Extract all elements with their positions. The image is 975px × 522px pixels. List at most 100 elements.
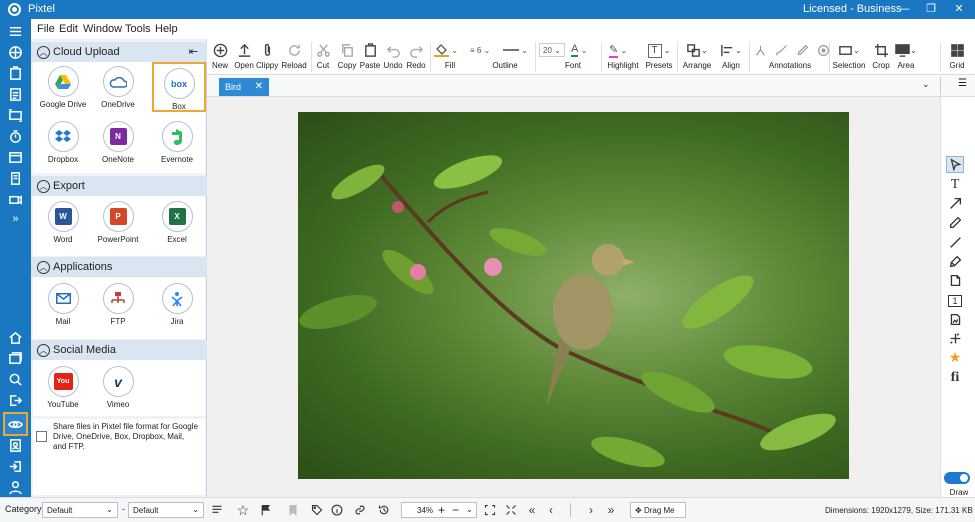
- pencil-tool-icon[interactable]: [946, 214, 964, 231]
- user-profile-icon[interactable]: [6, 478, 25, 497]
- tile-onedrive[interactable]: OneDrive: [91, 66, 145, 109]
- tile-vimeo[interactable]: v Vimeo: [91, 366, 145, 409]
- link-icon[interactable]: [353, 503, 367, 517]
- area-button[interactable]: ⌄ Area: [895, 42, 917, 70]
- drag-me-button[interactable]: ✥ Drag Me: [630, 502, 686, 518]
- home-icon[interactable]: [6, 328, 25, 347]
- reload-button[interactable]: Reload: [281, 42, 307, 70]
- search-icon[interactable]: [6, 370, 25, 389]
- section-social-media[interactable]: ︿ Social Media: [31, 340, 207, 360]
- star-tool-icon[interactable]: ★: [946, 349, 964, 366]
- menu-window[interactable]: Window: [83, 23, 122, 35]
- fit-screen-icon[interactable]: [483, 503, 497, 517]
- contacts-icon[interactable]: [6, 436, 25, 455]
- draw-switch[interactable]: [944, 472, 970, 484]
- expand-nav-icon[interactable]: »: [6, 209, 25, 228]
- tile-dropbox[interactable]: Dropbox: [36, 121, 90, 164]
- bookmark-icon[interactable]: [286, 503, 300, 517]
- text-tool-icon[interactable]: T: [946, 176, 964, 193]
- capture-target-icon[interactable]: [6, 43, 25, 62]
- subcategory-select[interactable]: Default ⌄: [128, 502, 204, 518]
- chevron-up-icon[interactable]: ︿: [37, 344, 50, 357]
- tile-onenote[interactable]: N OneNote: [91, 121, 145, 164]
- cut-button[interactable]: Cut: [314, 42, 332, 70]
- menu-edit[interactable]: Edit: [59, 23, 78, 35]
- line-tool-icon[interactable]: [946, 234, 964, 251]
- section-export[interactable]: ︿ Export: [31, 176, 207, 196]
- tile-youtube[interactable]: You YouTube: [36, 366, 90, 409]
- previous-page-icon[interactable]: ‹: [544, 503, 558, 517]
- history-icon[interactable]: [377, 503, 391, 517]
- collapse-panel-icon[interactable]: ⇤: [189, 45, 198, 58]
- share-pixtel-format-checkbox[interactable]: [36, 431, 47, 442]
- export-icon[interactable]: [6, 391, 25, 410]
- tile-powerpoint[interactable]: P PowerPoint: [91, 201, 145, 244]
- next-page-icon[interactable]: ›: [584, 503, 598, 517]
- panel-menu-icon[interactable]: ☰: [958, 78, 967, 89]
- tile-mail[interactable]: Mail: [36, 283, 90, 326]
- new-button[interactable]: New: [210, 42, 230, 70]
- selection-button[interactable]: ⌄ Selection: [832, 42, 866, 70]
- special-text-tool-icon[interactable]: fi: [946, 369, 964, 386]
- paste-button[interactable]: Paste: [359, 42, 381, 70]
- section-applications[interactable]: ︿ Applications: [31, 257, 207, 277]
- chevron-up-icon[interactable]: ︿: [37, 261, 50, 274]
- tag-icon[interactable]: [310, 503, 324, 517]
- flag-icon[interactable]: [259, 503, 273, 517]
- grid-button[interactable]: Grid: [946, 42, 968, 70]
- bird-photo[interactable]: [298, 112, 849, 479]
- actual-size-icon[interactable]: [504, 503, 518, 517]
- document-icon[interactable]: [6, 85, 25, 104]
- arrow-tool-icon[interactable]: [946, 195, 964, 212]
- zoom-out-icon[interactable]: −: [452, 503, 459, 517]
- tab-bird[interactable]: Bird ✕: [219, 78, 269, 96]
- zoom-dropdown-icon[interactable]: ⌄: [466, 505, 473, 514]
- menu-tools[interactable]: Tools: [125, 23, 151, 35]
- properties-icon[interactable]: [210, 503, 224, 517]
- draw-toggle[interactable]: Draw: [944, 472, 974, 497]
- sign-in-icon[interactable]: [6, 457, 25, 476]
- arrange-button[interactable]: ⌄ Arrange: [680, 42, 714, 70]
- align-button[interactable]: ⌄ Align: [717, 42, 745, 70]
- minimize-button[interactable]: —: [891, 1, 917, 18]
- favorite-star-icon[interactable]: ☆: [236, 502, 250, 518]
- note-tool-icon[interactable]: [946, 272, 964, 289]
- maximize-button[interactable]: ❐: [918, 1, 944, 18]
- zoom-in-icon[interactable]: +: [438, 503, 445, 517]
- scroll-capture-icon[interactable]: [6, 169, 25, 188]
- step-number-tool-icon[interactable]: 1: [946, 292, 964, 309]
- clipboard-icon[interactable]: [6, 64, 25, 83]
- share-eye-icon[interactable]: [3, 412, 28, 436]
- undo-button[interactable]: Undo: [382, 42, 404, 70]
- font-size-dropdown[interactable]: 20 ⌄: [539, 43, 565, 57]
- tab-list-dropdown-icon[interactable]: ⌄: [922, 79, 930, 90]
- timer-icon[interactable]: [6, 127, 25, 146]
- menu-file[interactable]: File: [37, 23, 55, 35]
- chevron-up-icon[interactable]: ︿: [37, 180, 50, 193]
- image-stamp-tool-icon[interactable]: [946, 311, 964, 328]
- section-cloud-upload[interactable]: ︿ Cloud Upload ⇤: [31, 42, 207, 62]
- last-page-icon[interactable]: »: [604, 503, 618, 517]
- category-select[interactable]: Default ⌄: [42, 502, 118, 518]
- open-button[interactable]: Open: [233, 42, 255, 70]
- tile-evernote[interactable]: Evernote: [150, 121, 204, 164]
- marker-tool-icon[interactable]: [946, 253, 964, 270]
- tab-close-icon[interactable]: ✕: [255, 81, 263, 92]
- tile-google-drive[interactable]: Google Drive: [36, 66, 90, 109]
- menu-help[interactable]: Help: [155, 23, 178, 35]
- hamburger-menu-icon[interactable]: [6, 22, 25, 41]
- tile-jira[interactable]: Jira: [150, 283, 204, 326]
- clippy-button[interactable]: Clippy: [256, 42, 278, 70]
- chevron-up-icon[interactable]: ︿: [37, 46, 50, 59]
- copy-button[interactable]: Copy: [336, 42, 358, 70]
- zoom-control[interactable]: 34% + − ⌄: [401, 502, 477, 518]
- window-capture-icon[interactable]: [6, 148, 25, 167]
- video-record-icon[interactable]: [6, 190, 25, 209]
- image-canvas[interactable]: [207, 97, 940, 497]
- tile-box[interactable]: box Box: [152, 62, 206, 112]
- redo-button[interactable]: Redo: [405, 42, 427, 70]
- tile-ftp[interactable]: FTP: [91, 283, 145, 326]
- first-page-icon[interactable]: «: [525, 503, 539, 517]
- region-capture-icon[interactable]: [6, 106, 25, 125]
- crop-button[interactable]: Crop: [870, 42, 892, 70]
